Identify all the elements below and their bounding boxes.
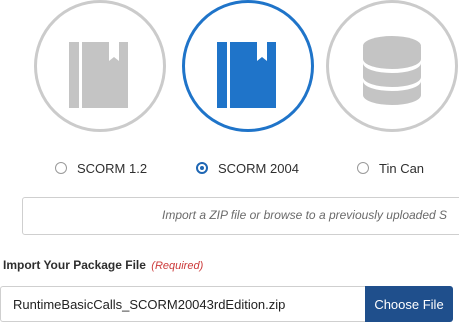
scorm12-radio-label: SCORM 1.2 [77, 160, 148, 176]
package-type-scorm2004-tile[interactable] [182, 0, 314, 132]
package-file-input: RuntimeBasicCalls_SCORM20043rdEdition.zi… [0, 286, 453, 322]
package-type-scorm12-tile[interactable] [34, 0, 166, 132]
drop-zone-text: Import a ZIP file or browse to a previou… [162, 208, 448, 222]
book-icon [69, 42, 128, 108]
zip-drop-zone[interactable]: Import a ZIP file or browse to a previou… [22, 197, 459, 235]
tincan-radio-label: Tin Can [379, 160, 425, 176]
import-package-label: Import Your Package File [3, 258, 146, 272]
package-type-tincan-tile[interactable] [326, 0, 458, 132]
package-import-panel: SCORM 1.2 SCORM 2004 Tin Can Import a ZI… [0, 0, 459, 326]
file-name-field[interactable]: RuntimeBasicCalls_SCORM20043rdEdition.zi… [0, 286, 366, 322]
scorm12-radio-option[interactable]: SCORM 1.2 [55, 159, 147, 177]
tincan-radio-option[interactable]: Tin Can [357, 159, 424, 177]
required-indicator: (Required) [151, 260, 204, 272]
book-icon [217, 42, 276, 108]
scorm2004-radio[interactable] [196, 162, 208, 174]
scorm12-radio[interactable] [55, 162, 67, 174]
database-icon [363, 36, 421, 105]
choose-file-button[interactable]: Choose File [365, 286, 453, 322]
scorm2004-radio-option[interactable]: SCORM 2004 [196, 159, 299, 177]
scorm2004-radio-label: SCORM 2004 [218, 160, 299, 176]
tincan-radio[interactable] [357, 162, 369, 174]
import-label-row: Import Your Package File (Required) [3, 258, 203, 272]
